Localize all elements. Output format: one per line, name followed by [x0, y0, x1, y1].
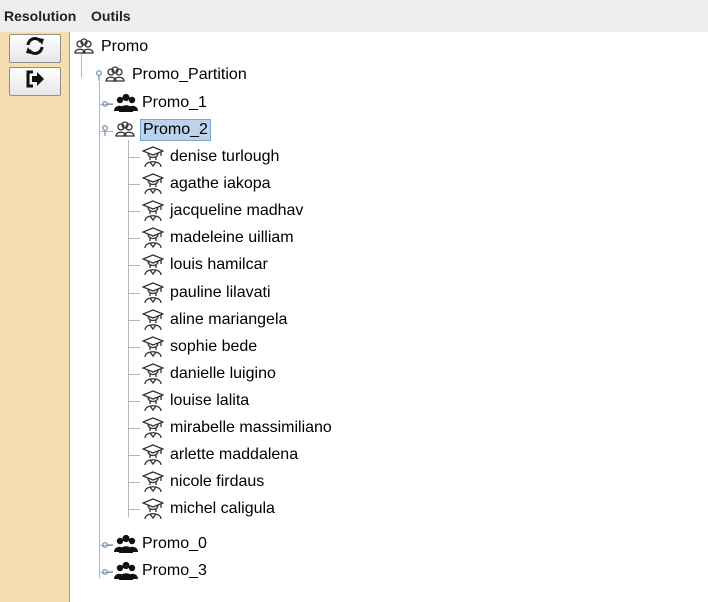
- tree-node-label: sophie bede: [170, 338, 258, 355]
- group-filled-icon: [114, 92, 138, 114]
- tree-node-label: agathe iakopa: [170, 175, 271, 192]
- tree-node-label: nicole firdaus: [170, 473, 265, 490]
- tree-node-label: aline mariangela: [170, 311, 288, 328]
- tree-node-label: Promo_3: [142, 562, 207, 579]
- tree-node-student[interactable]: arlette maddalena: [142, 443, 300, 467]
- tree-node-label: Promo_Partition: [132, 66, 247, 83]
- student-icon: [142, 444, 164, 466]
- tree-node-promo-1[interactable]: Promo_1: [114, 91, 209, 115]
- tree-line: [128, 374, 140, 375]
- student-icon: [142, 146, 164, 168]
- collapsed-toggle[interactable]: [100, 97, 114, 111]
- tree-node-label: denise turlough: [170, 148, 280, 165]
- student-icon: [142, 417, 164, 439]
- student-icon: [142, 363, 164, 385]
- student-icon: [142, 336, 164, 358]
- tree-node-student[interactable]: pauline lilavati: [142, 281, 273, 305]
- tree-node-label: mirabelle massimiliano: [170, 419, 332, 436]
- tree-line: [128, 293, 140, 294]
- tree-node-partition[interactable]: Promo_Partition: [104, 63, 249, 87]
- tree-node-promo-3[interactable]: Promo_3: [114, 559, 209, 583]
- tree-line: [128, 347, 140, 348]
- refresh-icon: [24, 35, 46, 62]
- tree-node-label: Promo_2: [140, 119, 211, 141]
- student-icon: [142, 254, 164, 276]
- menu-resolution[interactable]: Resolution: [4, 8, 76, 24]
- tree-line: [128, 509, 140, 510]
- tree-node-student[interactable]: sophie bede: [142, 335, 259, 359]
- tree-node-student[interactable]: louise lalita: [142, 389, 251, 413]
- student-icon: [142, 390, 164, 412]
- side-toolbar: [0, 32, 70, 602]
- student-icon: [142, 309, 164, 331]
- tree-line: [128, 238, 140, 239]
- tree-node-label: danielle luigino: [170, 365, 276, 382]
- tree-line: [128, 184, 140, 185]
- tree-node-label: pauline lilavati: [170, 284, 271, 301]
- group-outline-icon: [114, 119, 136, 141]
- tree-node-promo-2[interactable]: Promo_2: [114, 118, 211, 142]
- tree-line: [128, 211, 140, 212]
- tree-node-label: Promo_0: [142, 535, 207, 552]
- tree-node-student[interactable]: aline mariangela: [142, 308, 289, 332]
- tree-line: [128, 455, 140, 456]
- expand-toggle[interactable]: [100, 123, 114, 137]
- tree-node-student[interactable]: mirabelle massimiliano: [142, 416, 334, 440]
- tree-node-label: michel caligula: [170, 500, 275, 517]
- student-icon: [142, 200, 164, 222]
- tree-node-label: madeleine uilliam: [170, 229, 294, 246]
- menu-outils[interactable]: Outils: [91, 8, 131, 24]
- refresh-button[interactable]: [9, 34, 61, 63]
- promo-tree: Promo Promo_Partition Promo_1 Promo_2 de…: [70, 32, 708, 602]
- student-icon: [142, 227, 164, 249]
- tree-line: [128, 401, 140, 402]
- group-filled-icon: [114, 560, 138, 582]
- student-icon: [142, 498, 164, 520]
- tree-node-student[interactable]: louis hamilcar: [142, 253, 270, 277]
- group-outline-icon: [73, 36, 95, 58]
- tree-node-student[interactable]: danielle luigino: [142, 362, 278, 386]
- tree-line: [128, 482, 140, 483]
- collapsed-toggle[interactable]: [100, 565, 114, 579]
- tree-line: [128, 265, 140, 266]
- tree-node-student[interactable]: denise turlough: [142, 145, 281, 169]
- tree-line: [128, 320, 140, 321]
- tree-node-label: louise lalita: [170, 392, 250, 409]
- tree-node-student[interactable]: agathe iakopa: [142, 172, 273, 196]
- tree-line: [128, 428, 140, 429]
- tree-node-label: Promo: [101, 38, 149, 55]
- tree-node-student[interactable]: jacqueline madhav: [142, 199, 305, 223]
- group-filled-icon: [114, 533, 138, 555]
- tree-node-label: louis hamilcar: [170, 256, 268, 273]
- collapsed-toggle[interactable]: [100, 538, 114, 552]
- student-icon: [142, 173, 164, 195]
- tree-node-student[interactable]: nicole firdaus: [142, 470, 266, 494]
- student-icon: [142, 471, 164, 493]
- tree-node-root[interactable]: Promo: [73, 35, 150, 59]
- tree-line: [99, 82, 100, 578]
- group-outline-icon: [104, 64, 126, 86]
- exit-icon: [24, 68, 46, 95]
- exit-button[interactable]: [9, 67, 61, 96]
- student-icon: [142, 282, 164, 304]
- tree-node-label: arlette maddalena: [170, 446, 299, 463]
- tree-node-label: jacqueline madhav: [170, 202, 304, 219]
- tree-node-student[interactable]: michel caligula: [142, 497, 277, 521]
- tree-line: [128, 140, 129, 517]
- tree-node-label: Promo_1: [142, 94, 207, 111]
- menu-bar: Resolution Outils: [0, 0, 708, 32]
- tree-node-student[interactable]: madeleine uilliam: [142, 226, 296, 250]
- tree-node-promo-0[interactable]: Promo_0: [114, 532, 209, 556]
- tree-line: [128, 157, 140, 158]
